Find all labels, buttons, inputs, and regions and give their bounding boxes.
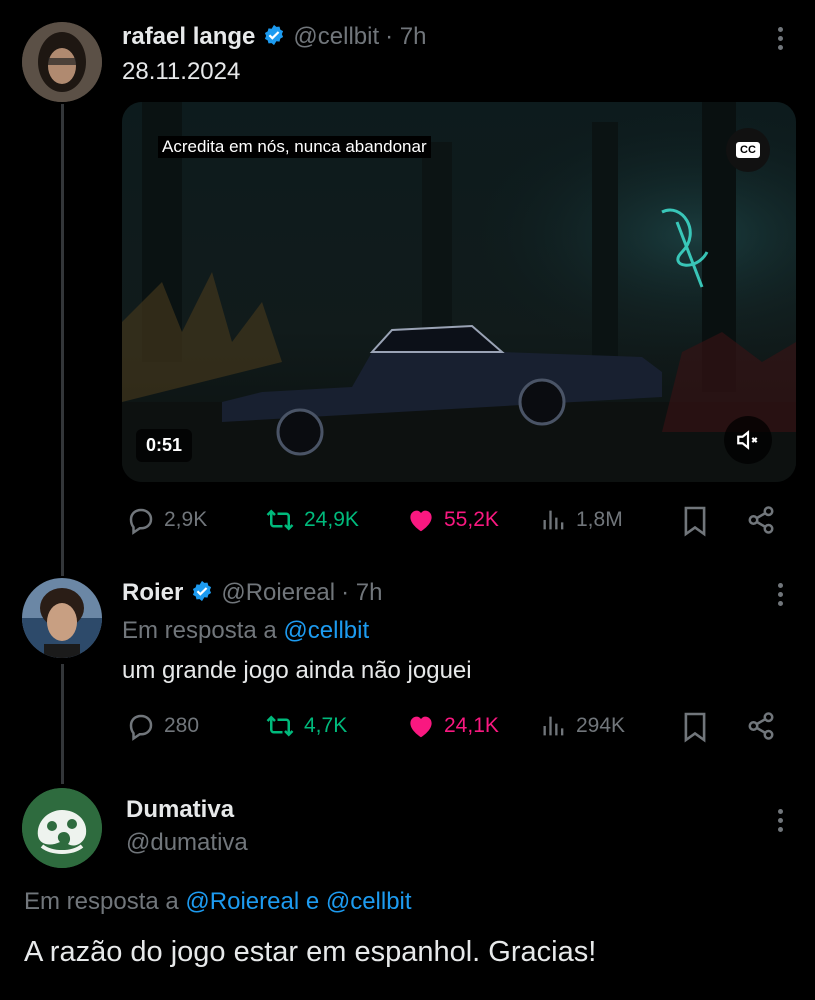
reply-text: A razão do jogo estar em espanhol. Graci… <box>24 936 597 968</box>
share-icon <box>748 506 774 534</box>
reply-count: 2,9K <box>164 508 208 531</box>
like-count: 24,1K <box>444 714 499 737</box>
tweet-time[interactable]: · 7h <box>341 579 382 607</box>
views-icon <box>543 716 564 736</box>
reply-button[interactable]: 280 <box>126 711 199 741</box>
mute-button[interactable] <box>724 416 772 464</box>
views-button[interactable]: 294K <box>540 711 625 741</box>
heart-icon <box>410 716 432 738</box>
reply-header: Roier @Roiereal · 7h <box>122 576 382 610</box>
more-options-icon[interactable] <box>778 809 784 836</box>
video-player[interactable]: Acredita em nós, nunca abandonar CC 0:51 <box>122 102 796 482</box>
views-button[interactable]: 1,8M <box>540 505 623 535</box>
tweet-text: 28.11.2024 <box>122 58 241 85</box>
dumativa-logo-icon <box>22 788 102 868</box>
replying-to: Em resposta a @cellbit <box>122 617 369 645</box>
video-frame <box>122 102 796 482</box>
more-options-icon[interactable] <box>778 27 784 54</box>
repost-count: 24,9K <box>304 508 359 531</box>
avatar[interactable] <box>22 22 102 102</box>
video-duration: 0:51 <box>136 429 193 462</box>
verified-badge-icon <box>263 24 285 51</box>
heart-icon <box>410 510 432 532</box>
like-count: 55,2K <box>444 508 499 531</box>
share-button[interactable] <box>746 505 776 540</box>
replying-to-prefix: Em resposta a <box>122 617 277 644</box>
bookmark-icon <box>684 506 706 537</box>
avatar[interactable] <box>22 578 102 658</box>
author-name[interactable]: Dumativa <box>126 796 234 824</box>
like-button[interactable]: 24,1K <box>406 711 499 741</box>
speaker-muted-icon <box>737 430 758 450</box>
verified-badge-icon <box>191 580 213 607</box>
author-name[interactable]: rafael lange <box>122 23 255 51</box>
repost-icon <box>266 715 294 737</box>
tweet-header: rafael lange @cellbit · 7h <box>122 20 427 54</box>
video-caption: Acredita em nós, nunca abandonar <box>158 136 431 158</box>
cc-label: CC <box>736 142 760 158</box>
bookmark-button[interactable] <box>682 505 708 542</box>
view-count: 1,8M <box>576 508 623 531</box>
author-name[interactable]: Roier <box>122 579 183 607</box>
reply-count: 280 <box>164 714 200 737</box>
author-handle[interactable]: @Roiereal <box>221 579 335 607</box>
share-button[interactable] <box>746 711 776 746</box>
bookmark-icon <box>684 712 706 743</box>
closed-captions-button[interactable]: CC <box>726 128 770 172</box>
author-handle[interactable]: @cellbit <box>293 23 379 51</box>
avatar[interactable] <box>22 788 102 868</box>
replying-to-link[interactable]: @Roiereal e @cellbit <box>185 888 411 915</box>
tweet-time[interactable]: · 7h <box>385 23 426 51</box>
reply-text: um grande jogo ainda não joguei <box>122 657 472 684</box>
repost-icon <box>266 509 294 531</box>
repost-button[interactable]: 4,7K <box>264 711 347 741</box>
repost-count: 4,7K <box>304 714 348 737</box>
replying-to: Em resposta a @Roiereal e @cellbit <box>24 888 412 916</box>
like-button[interactable]: 55,2K <box>406 505 499 535</box>
reply-icon <box>129 714 153 741</box>
thread-line <box>61 664 64 784</box>
replying-to-prefix: Em resposta a <box>24 888 179 915</box>
reply-icon <box>129 508 153 535</box>
more-options-icon[interactable] <box>778 583 784 610</box>
view-count: 294K <box>576 714 626 737</box>
reply-button[interactable]: 2,9K <box>126 505 207 535</box>
repost-button[interactable]: 24,9K <box>264 505 359 535</box>
views-icon <box>543 510 564 530</box>
share-icon <box>748 712 774 740</box>
bookmark-button[interactable] <box>682 711 708 748</box>
thread-line <box>61 104 64 576</box>
replying-to-link[interactable]: @cellbit <box>283 617 369 644</box>
author-handle[interactable]: @dumativa <box>126 829 248 857</box>
